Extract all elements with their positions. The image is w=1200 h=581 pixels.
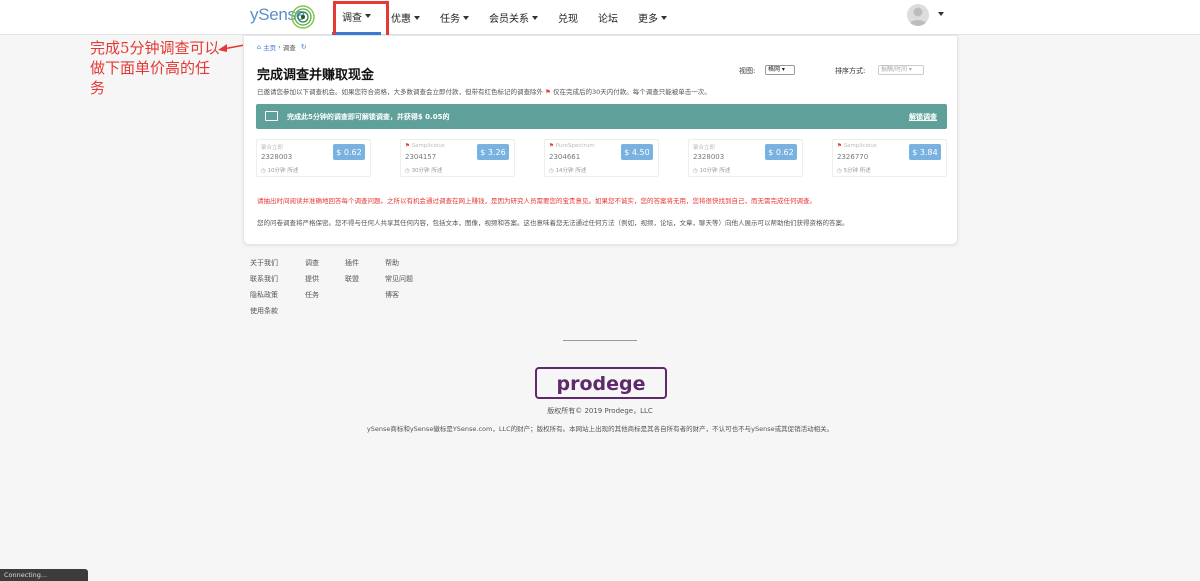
footer-column: 调查 提供 任务 bbox=[305, 258, 345, 316]
survey-price-button[interactable]: $ 4.50 bbox=[621, 144, 653, 160]
survey-price-button[interactable]: $ 3.26 bbox=[477, 144, 509, 160]
prodege-logo[interactable]: prodege bbox=[535, 367, 667, 399]
survey-tile[interactable]: ⚑ Samplicious 2304157 ◷ 30分钟 所述 $ 3.26 bbox=[400, 139, 515, 177]
id-card-icon bbox=[265, 111, 278, 121]
nav-affiliates[interactable]: 会员关系 bbox=[479, 0, 548, 35]
refresh-icon[interactable]: ↻ bbox=[301, 43, 307, 51]
nav-tasks[interactable]: 任务 bbox=[430, 0, 479, 35]
unlock-banner-text: 完成此5分钟的调查即可解锁调查，并获得$ 0.05的 bbox=[287, 113, 450, 121]
footer-column: 插件 联盟 bbox=[345, 258, 385, 316]
annotation-text: 完成5分钟调查可以做下面单价高的任务 bbox=[90, 39, 220, 97]
chevron-down-icon bbox=[463, 15, 469, 20]
footer-divider bbox=[563, 340, 637, 341]
nav-forum[interactable]: 论坛 bbox=[588, 0, 628, 35]
footer-link-help[interactable]: 帮助 bbox=[385, 258, 413, 268]
survey-provider: 聚合立即 bbox=[261, 145, 284, 151]
survey-id: 2326770 bbox=[837, 153, 869, 161]
footer-link-surveys[interactable]: 调查 bbox=[305, 258, 345, 268]
sort-select[interactable]: 报酬/时间 ▾ bbox=[878, 65, 924, 75]
unlock-surveys-link[interactable]: 解锁调查 bbox=[909, 112, 937, 122]
breadcrumb-current: 调查 bbox=[282, 44, 296, 52]
page-title: 完成调查并赚取现金 bbox=[257, 68, 375, 83]
chevron-down-icon bbox=[414, 15, 420, 20]
intro-text: 已邀请您参加以下调查机会。如果您符合资格，大多数调查会立即付款，但带有红色标记的… bbox=[257, 88, 711, 96]
clock-icon: ◷ bbox=[261, 168, 266, 174]
nav-cashout[interactable]: 兑现 bbox=[548, 0, 588, 35]
footer-link-offers[interactable]: 提供 bbox=[305, 274, 345, 284]
survey-meta: ◷ 30分钟 所述 bbox=[405, 168, 443, 174]
survey-meta: ◷ 14分钟 所述 bbox=[549, 168, 587, 174]
survey-id: 2328003 bbox=[261, 153, 293, 161]
survey-price-button[interactable]: $ 0.62 bbox=[333, 144, 365, 160]
red-flag-icon: ⚑ bbox=[405, 143, 410, 149]
survey-provider: ⚑ Samplicious bbox=[837, 143, 877, 149]
footer-link-tasks[interactable]: 任务 bbox=[305, 290, 345, 300]
top-navbar: ySense 调查 优惠 任务 会员关系 兑现 论坛 更多 bbox=[0, 0, 1200, 35]
footer-link-faq[interactable]: 常见问题 bbox=[385, 274, 413, 284]
user-avatar[interactable] bbox=[907, 4, 929, 26]
clock-icon: ◷ bbox=[837, 168, 842, 174]
unlock-banner: 完成此5分钟的调查即可解锁调查，并获得$ 0.05的 解锁调查 bbox=[256, 104, 947, 129]
survey-tile[interactable]: 聚合立即 2328003 ◷ 10分钟 所述 $ 0.62 bbox=[256, 139, 371, 177]
survey-tile[interactable]: ⚑ Samplicious 2326770 ◷ 5分钟 所述 $ 3.84 bbox=[832, 139, 947, 177]
home-icon: ⌂ bbox=[257, 43, 262, 51]
clock-icon: ◷ bbox=[693, 168, 698, 174]
copyright-text: 版权所有© 2019 Prodege，LLC bbox=[547, 407, 653, 415]
survey-provider: 聚合立即 bbox=[693, 145, 716, 151]
footer-link-addon[interactable]: 插件 bbox=[345, 258, 385, 268]
survey-tile[interactable]: ⚑ PureSpectrum 2304661 ◷ 14分钟 所述 $ 4.50 bbox=[544, 139, 659, 177]
survey-id: 2304157 bbox=[405, 153, 437, 161]
surveys-card: ⌂ 主页 › 调查 ↻ 完成调查并赚取现金 视图: 格网 ▾ 排序方式: 报酬/… bbox=[243, 35, 958, 245]
breadcrumb-home[interactable]: 主页 bbox=[263, 42, 276, 52]
footer-column: 关于我们 联系我们 隐私政策 使用条款 bbox=[250, 258, 305, 316]
survey-tile[interactable]: 聚合立即 2328003 ◷ 10分钟 所述 $ 0.62 bbox=[688, 139, 803, 177]
survey-meta: ◷ 5分钟 所述 bbox=[837, 168, 871, 174]
survey-provider: ⚑ PureSpectrum bbox=[549, 143, 595, 149]
chevron-down-icon bbox=[661, 15, 667, 20]
survey-price-button[interactable]: $ 0.62 bbox=[765, 144, 797, 160]
status-bar: Connecting... bbox=[0, 569, 88, 581]
survey-price-button[interactable]: $ 3.84 bbox=[909, 144, 941, 160]
footer-link-contact[interactable]: 联系我们 bbox=[250, 274, 305, 284]
user-menu-chevron-icon[interactable] bbox=[938, 12, 944, 16]
trademark-text: ySense商标和ySense徽标是YSense.com，LLC的财产；版权所有… bbox=[366, 425, 834, 433]
view-select[interactable]: 格网 ▾ bbox=[765, 65, 795, 75]
survey-meta: ◷ 10分钟 所述 bbox=[693, 168, 731, 174]
survey-id: 2304661 bbox=[549, 153, 581, 161]
footer-link-privacy[interactable]: 隐私政策 bbox=[250, 290, 305, 300]
survey-provider: ⚑ Samplicious bbox=[405, 143, 445, 149]
user-icon bbox=[909, 7, 927, 26]
footer-link-terms[interactable]: 使用条款 bbox=[250, 306, 305, 316]
clock-icon: ◷ bbox=[405, 168, 410, 174]
footer-links: 关于我们 联系我们 隐私政策 使用条款 调查 提供 任务 插件 联盟 帮助 常见… bbox=[250, 258, 413, 316]
svg-text:prodege: prodege bbox=[557, 373, 646, 395]
red-flag-icon: ⚑ bbox=[837, 143, 842, 149]
breadcrumb: ⌂ 主页 › 调查 ↻ bbox=[257, 42, 307, 52]
survey-grid: 聚合立即 2328003 ◷ 10分钟 所述 $ 0.62 ⚑ Samplici… bbox=[256, 139, 947, 179]
honesty-notice: 请抽出时间阅读并准确地回答每个调查问题。之所以有机会通过调查在网上赚钱，是因为研… bbox=[257, 197, 816, 205]
red-flag-icon: ⚑ bbox=[545, 88, 551, 96]
logo-swirl-icon bbox=[291, 5, 315, 29]
breadcrumb-separator: › bbox=[278, 43, 281, 51]
view-label: 视图: bbox=[739, 67, 756, 75]
footer-link-blog[interactable]: 博客 bbox=[385, 290, 413, 300]
footer-link-affiliates[interactable]: 联盟 bbox=[345, 274, 385, 284]
footer-column: 帮助 常见问题 博客 bbox=[385, 258, 413, 316]
sort-label: 排序方式: bbox=[835, 67, 866, 75]
footer-link-about[interactable]: 关于我们 bbox=[250, 258, 305, 268]
red-flag-icon: ⚑ bbox=[549, 143, 554, 149]
survey-id: 2328003 bbox=[693, 153, 725, 161]
clock-icon: ◷ bbox=[549, 168, 554, 174]
survey-meta: ◷ 10分钟 所述 bbox=[261, 168, 299, 174]
chevron-down-icon bbox=[532, 15, 538, 20]
nav-more[interactable]: 更多 bbox=[628, 0, 677, 35]
confidentiality-policy: 您的问卷调查将严格保密。您不得与任何人共享其任何内容，包括文本，图像，视频和答案… bbox=[257, 219, 849, 227]
